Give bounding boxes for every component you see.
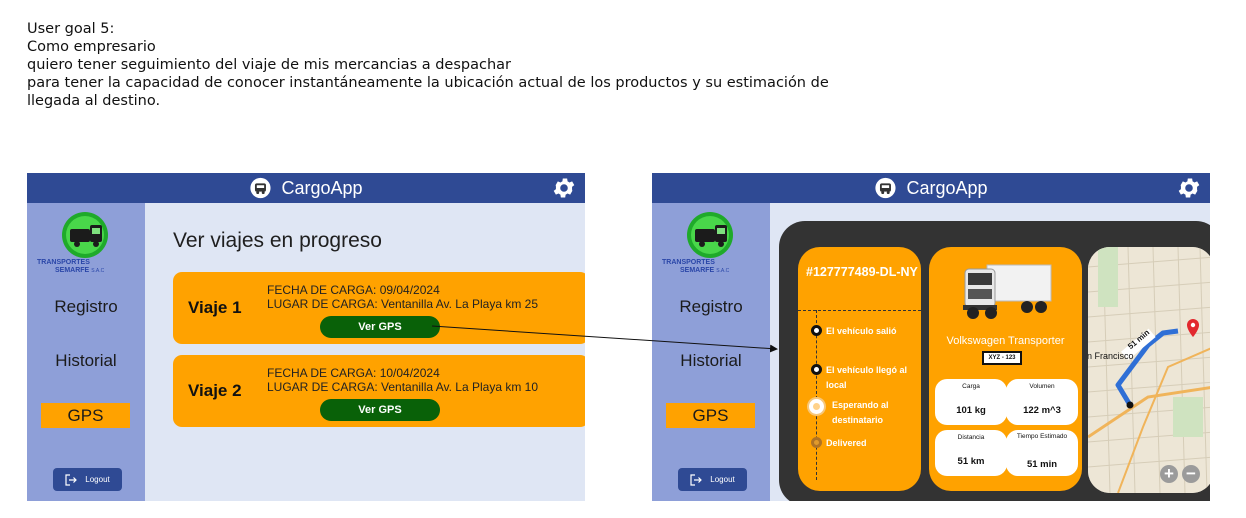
flow-arrow: [431, 325, 778, 353]
